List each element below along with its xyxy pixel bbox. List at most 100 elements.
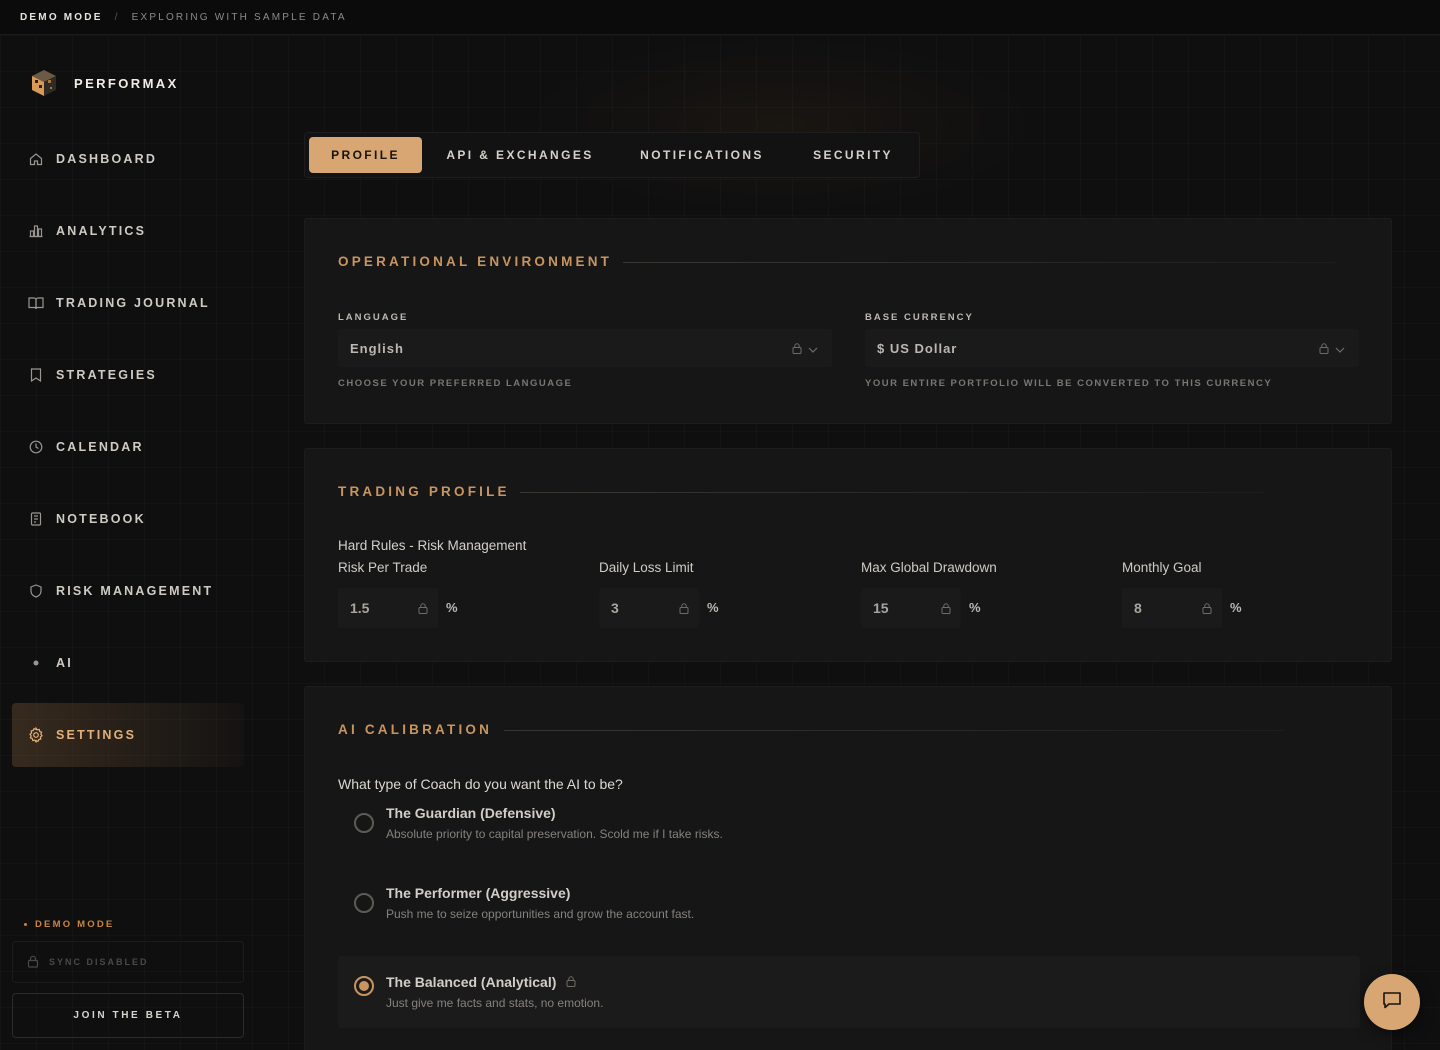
sidebar-demo-mode-text: DEMO MODE	[35, 919, 115, 930]
sidebar-item-notebook[interactable]: NOTEBOOK	[12, 487, 244, 551]
percent-unit: %	[707, 600, 719, 615]
sidebar-item-trading-journal[interactable]: TRADING JOURNAL	[12, 271, 244, 335]
daily-loss-limit-label: Daily Loss Limit	[599, 560, 694, 575]
max-global-drawdown-value: 15	[873, 600, 889, 616]
option-description: Push me to seize opportunities and grow …	[386, 907, 695, 921]
lock-icon	[679, 601, 689, 617]
settings-tabs: PROFILE API & EXCHANGES NOTIFICATIONS SE…	[304, 132, 920, 178]
sidebar: PERFORMAX DASHBOARD ANALYTICS TRADING JO…	[0, 35, 256, 1050]
language-value: English	[350, 340, 404, 356]
sidebar-item-strategies[interactable]: STRATEGIES	[12, 343, 244, 407]
coach-option-balanced[interactable]: The Balanced (Analytical) Just give me f…	[338, 956, 1360, 1028]
sidebar-item-settings[interactable]: SETTINGS	[12, 703, 244, 767]
monthly-goal-value: 8	[1134, 600, 1142, 616]
status-dot-icon	[24, 922, 27, 926]
sidebar-item-dashboard[interactable]: DASHBOARD	[12, 127, 244, 191]
risk-per-trade-label: Risk Per Trade	[338, 560, 428, 575]
monthly-goal-input[interactable]: 8	[1122, 588, 1222, 628]
tab-api-exchanges[interactable]: API & EXCHANGES	[430, 137, 610, 173]
sidebar-item-label: ANALYTICS	[56, 224, 147, 238]
sidebar-item-label: AI	[56, 656, 73, 670]
language-label: LANGUAGE	[338, 312, 409, 323]
sidebar-item-label: NOTEBOOK	[56, 512, 146, 526]
risk-per-trade-input[interactable]: 1.5	[338, 588, 438, 628]
coach-option-performer[interactable]: The Performer (Aggressive) Push me to se…	[338, 867, 1360, 939]
option-title-text: The Balanced (Analytical)	[386, 974, 557, 990]
topbar-demo-mode: DEMO MODE	[20, 11, 103, 23]
sync-status-text: SYNC DISABLED	[49, 957, 149, 967]
radio-button[interactable]	[354, 893, 374, 913]
dot-icon	[28, 655, 44, 671]
lock-icon	[941, 601, 951, 617]
sidebar-item-label: TRADING JOURNAL	[56, 296, 210, 310]
shield-icon	[28, 583, 44, 599]
percent-unit: %	[1230, 600, 1242, 615]
brand-name: PERFORMAX	[74, 75, 179, 91]
section-divider	[623, 262, 1335, 263]
clock-icon	[28, 439, 44, 455]
section-title: AI CALIBRATION	[338, 722, 493, 737]
option-title: The Balanced (Analytical)	[386, 974, 576, 990]
notebook-icon	[28, 511, 44, 527]
sidebar-item-risk-management[interactable]: RISK MANAGEMENT	[12, 559, 244, 623]
chat-button[interactable]	[1364, 974, 1420, 1030]
lock-icon	[566, 974, 576, 990]
radio-button[interactable]	[354, 976, 374, 996]
option-title-text: The Guardian (Defensive)	[386, 805, 556, 821]
sidebar-item-calendar[interactable]: CALENDAR	[12, 415, 244, 479]
daily-loss-limit-value: 3	[611, 600, 619, 616]
topbar-separator: /	[114, 11, 120, 23]
radio-button[interactable]	[354, 813, 374, 833]
daily-loss-limit-input[interactable]: 3	[599, 588, 699, 628]
lock-icon	[1202, 601, 1212, 617]
sidebar-item-analytics[interactable]: ANALYTICS	[12, 199, 244, 263]
operational-environment-card: OPERATIONAL ENVIRONMENT LANGUAGE English…	[304, 218, 1392, 424]
max-global-drawdown-input[interactable]: 15	[861, 588, 961, 628]
option-description: Absolute priority to capital preservatio…	[386, 827, 723, 841]
sidebar-demo-mode-label: DEMO MODE	[24, 919, 114, 930]
background-glow	[520, 35, 1040, 215]
home-icon	[28, 151, 44, 167]
chevron-down-icon	[1335, 342, 1345, 357]
trading-profile-card: TRADING PROFILE Hard Rules - Risk Manage…	[304, 448, 1392, 662]
sidebar-item-label: CALENDAR	[56, 440, 144, 454]
hard-rules-heading: Hard Rules - Risk Management	[338, 538, 527, 553]
chat-bubble-icon	[1381, 989, 1403, 1016]
ai-calibration-card: AI CALIBRATION What type of Coach do you…	[304, 686, 1392, 1050]
risk-per-trade-value: 1.5	[350, 600, 370, 616]
tab-security[interactable]: SECURITY	[794, 137, 912, 173]
language-select[interactable]: English	[338, 329, 832, 367]
tab-notifications[interactable]: NOTIFICATIONS	[618, 137, 786, 173]
sidebar-item-ai[interactable]: AI	[12, 631, 244, 695]
monthly-goal-label: Monthly Goal	[1122, 560, 1202, 575]
coach-option-guardian[interactable]: The Guardian (Defensive) Absolute priori…	[338, 787, 1360, 859]
cube-logo-icon	[30, 68, 58, 98]
currency-select[interactable]: $ US Dollar	[865, 329, 1359, 367]
section-divider	[520, 492, 1265, 493]
join-beta-button[interactable]: JOIN THE BETA	[12, 993, 244, 1038]
sync-status: SYNC DISABLED	[12, 941, 244, 983]
max-global-drawdown-label: Max Global Drawdown	[861, 560, 997, 575]
gear-icon	[28, 727, 44, 743]
sidebar-item-label: STRATEGIES	[56, 368, 157, 382]
topbar-exploring-text: EXPLORING WITH SAMPLE DATA	[131, 11, 347, 23]
sidebar-item-label: SETTINGS	[56, 728, 137, 742]
book-open-icon	[28, 295, 44, 311]
currency-value: $ US Dollar	[877, 340, 958, 356]
lock-icon	[792, 342, 802, 357]
lock-icon	[27, 955, 39, 970]
language-hint: CHOOSE YOUR PREFERRED LANGUAGE	[338, 378, 573, 389]
option-title: The Guardian (Defensive)	[386, 805, 556, 821]
bookmark-icon	[28, 367, 44, 383]
currency-label: BASE CURRENCY	[865, 312, 974, 323]
sidebar-item-label: RISK MANAGEMENT	[56, 584, 214, 598]
section-title: TRADING PROFILE	[338, 484, 510, 499]
percent-unit: %	[969, 600, 981, 615]
sidebar-item-label: DASHBOARD	[56, 152, 158, 166]
brand[interactable]: PERFORMAX	[30, 68, 179, 98]
section-title: OPERATIONAL ENVIRONMENT	[338, 254, 613, 269]
section-divider	[504, 730, 1284, 731]
option-title: The Performer (Aggressive)	[386, 885, 570, 901]
chevron-down-icon	[808, 342, 818, 357]
tab-profile[interactable]: PROFILE	[309, 137, 422, 173]
